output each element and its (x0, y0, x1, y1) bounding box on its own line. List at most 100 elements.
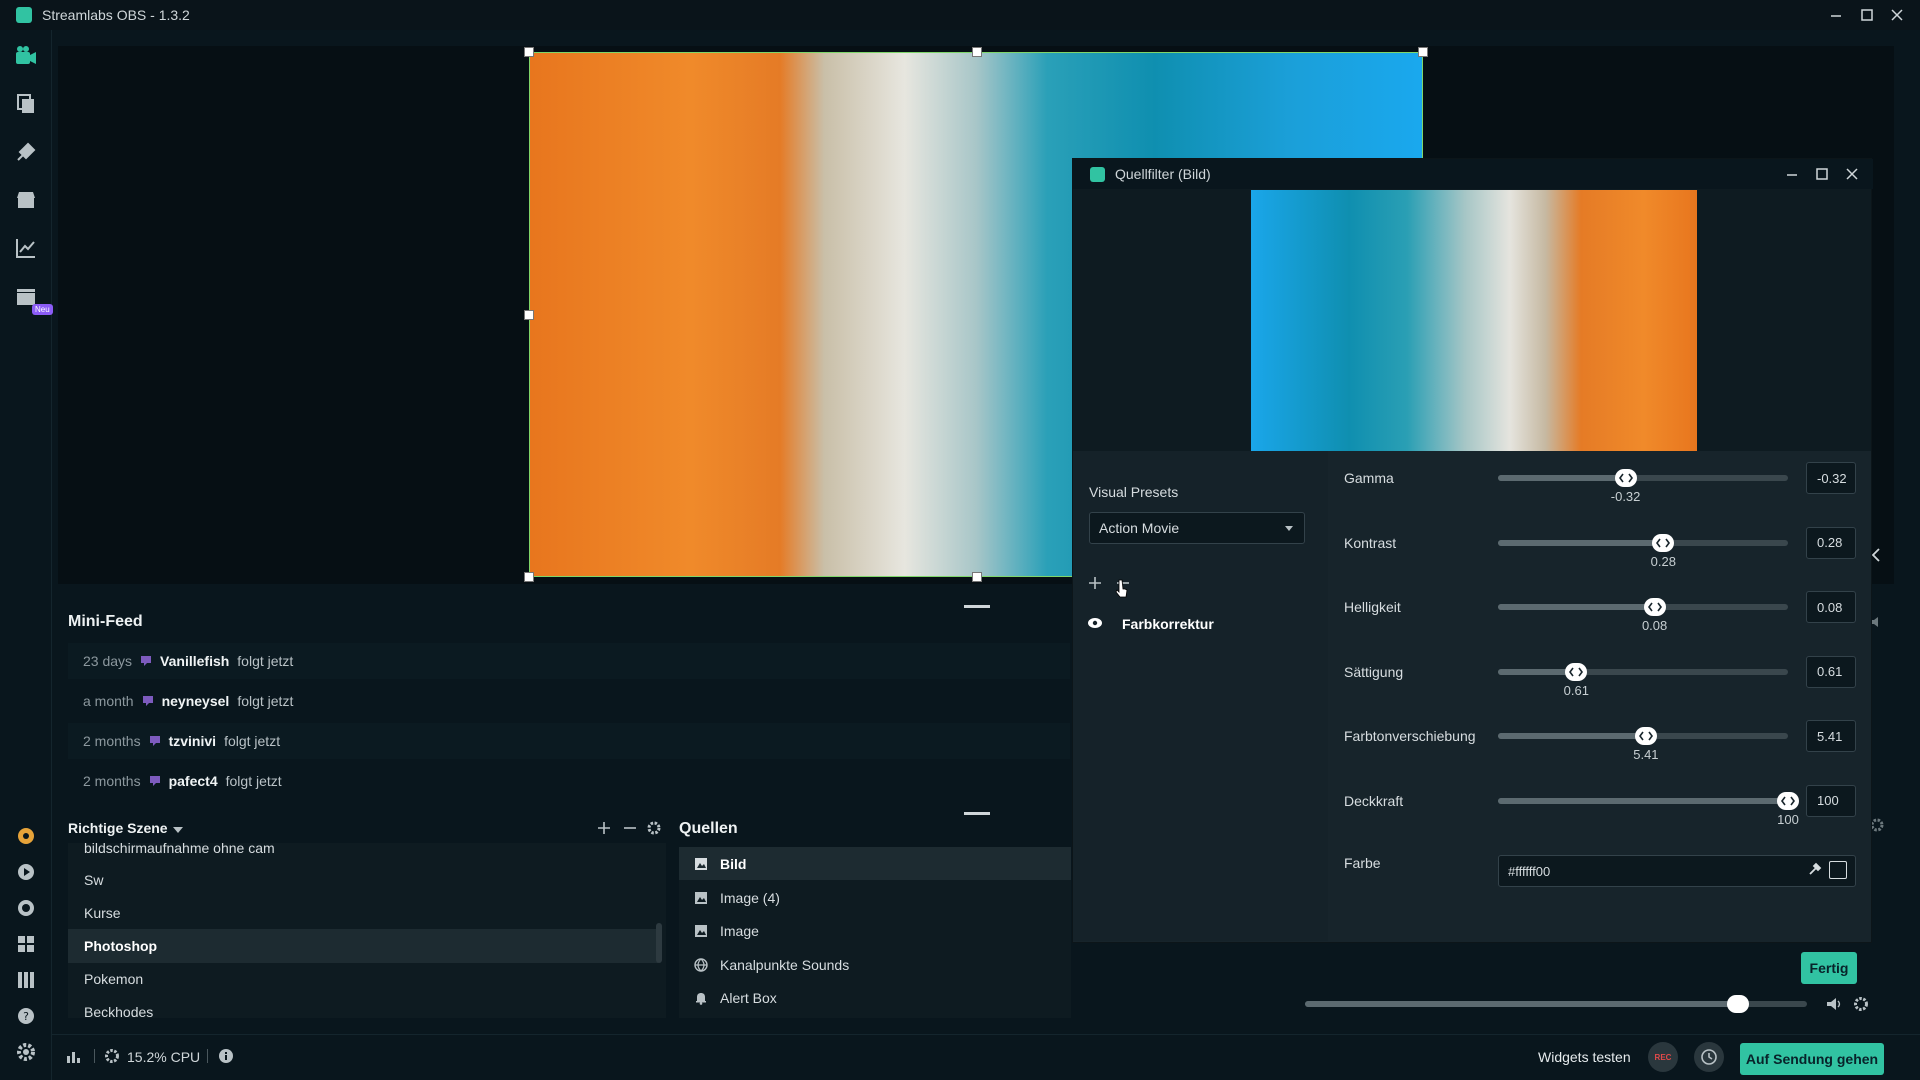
slider-label: Gamma (1344, 470, 1394, 486)
panel-resize-grip[interactable] (964, 605, 990, 608)
info-icon[interactable] (218, 1048, 234, 1064)
scene-item[interactable]: Photoshop (68, 929, 658, 963)
slider-fill (1498, 539, 1664, 546)
dashboard-chart-icon[interactable] (14, 236, 38, 260)
twitch-icon (140, 655, 152, 667)
close-icon[interactable] (1886, 4, 1908, 26)
feed-name: Vanillefish (160, 653, 230, 669)
scenes-scrollbar[interactable] (656, 923, 662, 963)
feed-name: pafect4 (168, 773, 218, 789)
color-value: #ffffff00 (1508, 864, 1551, 879)
resize-handle[interactable] (524, 47, 534, 57)
resize-handle[interactable] (524, 310, 534, 320)
store-icon[interactable] (14, 188, 38, 212)
source-item[interactable]: Image (4) (679, 881, 1071, 914)
themes-icon[interactable] (14, 140, 38, 164)
feed-time: 23 days (83, 653, 133, 669)
slider-thumb[interactable] (1565, 662, 1588, 681)
close-icon[interactable] (1841, 163, 1863, 185)
slider-thumb[interactable] (1777, 791, 1799, 810)
slider-number-input[interactable]: -0.32 (1806, 462, 1856, 494)
source-item[interactable]: Image (679, 914, 1071, 947)
test-widgets-button[interactable]: Widgets testen (1538, 1049, 1631, 1065)
maximize-icon[interactable] (1856, 4, 1878, 26)
minimize-icon[interactable] (1825, 4, 1847, 26)
source-label: Image (4) (720, 889, 780, 906)
eye-visibility-icon[interactable] (1087, 617, 1103, 629)
slider-label: Sättigung (1344, 663, 1404, 680)
replay-buffer-button[interactable] (1694, 1042, 1724, 1072)
scene-item[interactable]: Sw (68, 863, 658, 897)
done-button[interactable]: Fertig (1801, 952, 1857, 984)
scene-collection-selector[interactable]: Richtige Szene (68, 820, 168, 836)
slider-track[interactable] (1498, 797, 1788, 804)
slider-thumb[interactable] (1614, 469, 1637, 487)
remove-scene-icon[interactable] (622, 820, 638, 836)
source-item[interactable]: Bild (679, 847, 1071, 880)
panel-resize-grip[interactable] (964, 812, 990, 815)
source-item[interactable]: Kanalpunkte Sounds (679, 948, 1071, 981)
chat-bubble-icon[interactable] (14, 896, 38, 920)
prime-icon[interactable] (14, 824, 38, 848)
performance-chart-icon[interactable] (66, 1048, 82, 1064)
source-item[interactable]: Alert Box (679, 981, 1071, 1014)
scene-settings-gear-icon[interactable] (646, 820, 662, 836)
speaker-icon[interactable] (1825, 995, 1843, 1013)
resize-handle[interactable] (972, 47, 982, 57)
mixer-settings-gear-icon[interactable] (1852, 995, 1870, 1013)
filter-item-farbkorrektur[interactable]: Farbkorrektur (1122, 616, 1214, 632)
eyedropper-icon[interactable] (1807, 861, 1823, 877)
slider-thumb[interactable] (1643, 598, 1666, 616)
feed-item: 23 days Vanillefish folgt jetzt (68, 643, 1070, 679)
add-filter-icon[interactable] (1087, 575, 1103, 591)
studio-icon[interactable] (14, 44, 38, 68)
slider-number-input[interactable]: 5.41 (1806, 720, 1856, 752)
title-bar: Streamlabs OBS - 1.3.2 (0, 0, 1920, 30)
image-icon (694, 924, 708, 938)
minifeed-title: Mini-Feed (68, 613, 143, 630)
resize-handle[interactable] (524, 572, 534, 582)
settings-gear-icon[interactable] (14, 1040, 38, 1064)
audio-volume-fill (1305, 1001, 1738, 1007)
chevron-down-icon[interactable] (172, 825, 184, 835)
scene-item[interactable]: Kurse (68, 896, 658, 930)
feed-action: folgt jetzt (237, 653, 294, 669)
library-icon[interactable] (14, 92, 38, 116)
slider-number-input[interactable]: 0.08 (1806, 591, 1856, 623)
add-scene-icon[interactable] (596, 820, 612, 836)
visual-presets-select[interactable]: Action Movie (1089, 512, 1305, 544)
record-button[interactable]: REC (1648, 1042, 1678, 1072)
slider-number-input[interactable]: 0.61 (1806, 655, 1856, 688)
layout-grid-icon[interactable] (14, 932, 38, 956)
scene-item[interactable]: Pokemon (68, 962, 658, 996)
scene-item[interactable]: Beckhodes (68, 995, 658, 1018)
minimize-icon[interactable] (1781, 163, 1803, 185)
color-swatch[interactable] (1829, 861, 1847, 879)
slider-track[interactable] (1498, 668, 1788, 675)
slider-track[interactable] (1498, 539, 1788, 546)
slider-thumb[interactable] (1652, 533, 1675, 552)
help-icon[interactable]: ? (14, 1004, 38, 1028)
twitch-icon (149, 775, 161, 787)
slider-label: Farbtonverschiebung (1344, 728, 1476, 744)
resize-handle[interactable] (1418, 47, 1428, 57)
play-circle-icon[interactable] (14, 860, 38, 884)
columns-icon[interactable] (14, 968, 38, 992)
source-label: Bild (720, 855, 747, 872)
slider-thumb[interactable] (1634, 727, 1657, 745)
divider (94, 1049, 95, 1063)
audio-volume-thumb[interactable] (1727, 995, 1749, 1013)
slider-number-input[interactable]: 0.28 (1806, 526, 1856, 559)
feed-item: 2 months pafect4 folgt jetzt (68, 763, 1070, 799)
bell-icon (694, 991, 708, 1005)
resize-handle[interactable] (972, 572, 982, 582)
color-input[interactable]: #ffffff00 (1498, 855, 1856, 887)
go-live-button[interactable]: Auf Sendung gehen (1740, 1043, 1884, 1075)
slider-number-input[interactable]: 100 (1806, 784, 1856, 817)
slider-track[interactable] (1498, 475, 1788, 481)
feed-name: neyneysel (161, 693, 230, 709)
maximize-icon[interactable] (1811, 163, 1833, 185)
sources-title: Quellen (679, 820, 738, 837)
scene-item[interactable]: bildschirmaufnahme ohne cam (68, 843, 658, 863)
audio-volume-slider[interactable] (1305, 995, 1807, 1013)
